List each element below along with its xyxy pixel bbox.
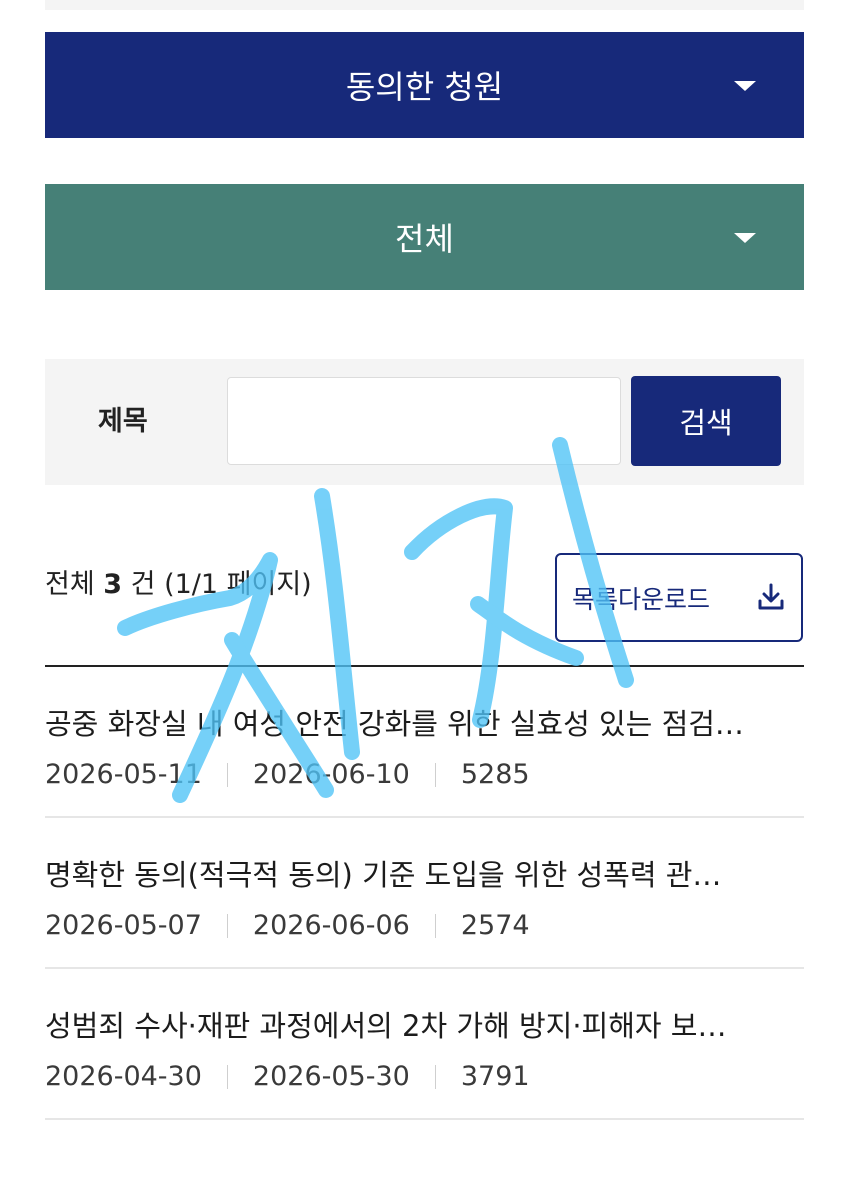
petition-list: 공중 화장실 내 여성 안전 강화를 위한 실효성 있는 점검… 2026-05… [45,667,804,1120]
caret-down-icon [734,81,756,91]
result-count-number: 3 [103,569,123,600]
meta-divider [226,913,228,938]
meta-divider [434,762,436,787]
petition-list-item[interactable]: 공중 화장실 내 여성 안전 강화를 위한 실효성 있는 점검… 2026-05… [45,667,804,818]
search-panel: 제목 검색 [45,359,804,485]
petition-agree-count: 5285 [460,759,530,790]
result-count-suffix: 건 (1/1 페이지) [122,569,312,600]
status-dropdown-label: 전체 [395,220,454,258]
petition-agree-count: 2574 [460,910,530,941]
list-download-label: 목록다운로드 [572,584,711,614]
meta-divider [434,913,436,938]
petition-title: 성범죄 수사·재판 과정에서의 2차 가해 방지·피해자 보… [45,1009,727,1043]
petition-end-date: 2026-06-06 [252,910,410,941]
search-field-label: 제목 [98,406,148,437]
petition-list-item[interactable]: 명확한 동의(적극적 동의) 기준 도입을 위한 성폭력 관… 2026-05-… [45,818,804,969]
status-dropdown[interactable]: 전체 [45,184,804,290]
petition-title: 명확한 동의(적극적 동의) 기준 도입을 위한 성폭력 관… [45,858,722,892]
petition-list-item[interactable]: 성범죄 수사·재판 과정에서의 2차 가해 방지·피해자 보… 2026-04-… [45,969,804,1120]
caret-down-icon [734,233,756,243]
top-panel-edge [45,0,804,10]
search-button[interactable]: 검색 [631,376,781,466]
result-count-prefix: 전체 [45,569,104,600]
meta-divider [226,1064,228,1089]
petition-end-date: 2026-05-30 [252,1061,410,1092]
petition-start-date: 2026-05-07 [45,910,202,941]
petition-meta: 2026-04-30 2026-05-30 3791 [45,1061,530,1092]
petition-end-date: 2026-06-10 [252,759,410,790]
result-count: 전체 3 건 (1/1 페이지) [45,562,312,601]
petition-title: 공중 화장실 내 여성 안전 강화를 위한 실효성 있는 점검… [45,707,744,741]
category-dropdown[interactable]: 동의한 청원 [45,32,804,138]
meta-divider [226,762,228,787]
category-dropdown-label: 동의한 청원 [345,68,504,106]
list-download-button[interactable]: 목록다운로드 [555,553,803,642]
petition-meta: 2026-05-11 2026-06-10 5285 [45,759,530,790]
download-icon [758,583,784,610]
petition-start-date: 2026-04-30 [45,1061,202,1092]
search-input[interactable] [227,377,621,465]
meta-divider [434,1064,436,1089]
petition-meta: 2026-05-07 2026-06-06 2574 [45,910,530,941]
petition-agree-count: 3791 [460,1061,530,1092]
petition-start-date: 2026-05-11 [45,759,202,790]
